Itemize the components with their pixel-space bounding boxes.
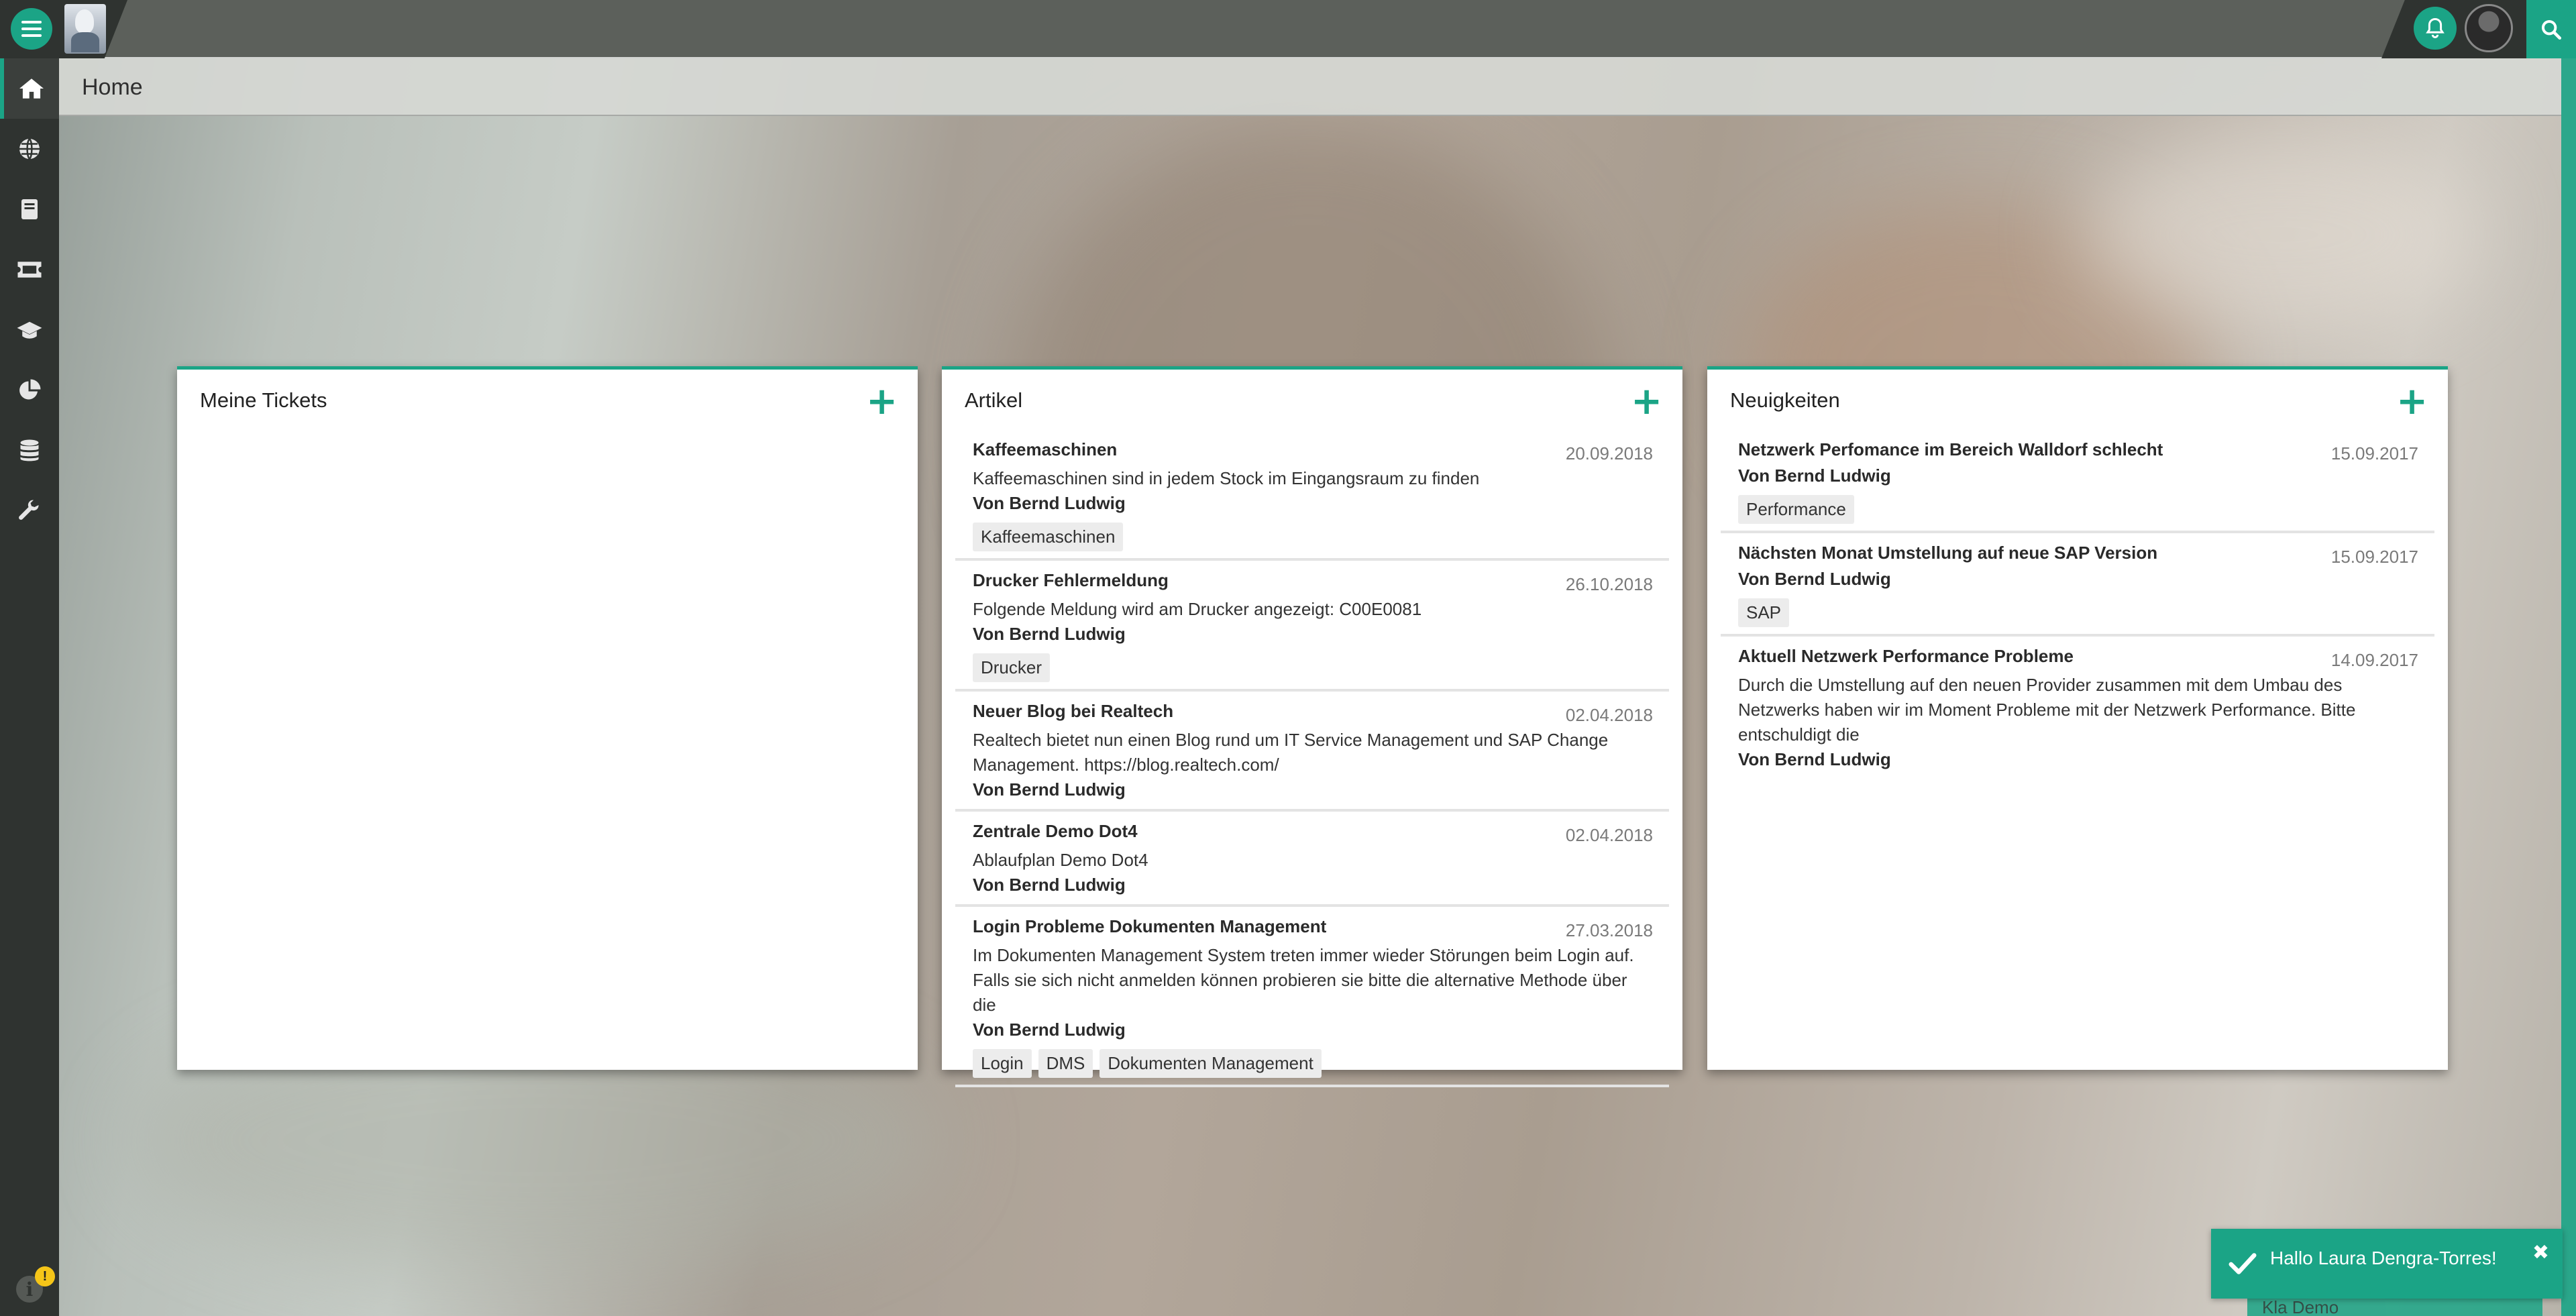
add-news-button[interactable]: +	[2396, 383, 2428, 421]
background-notification: Kla Demo	[2247, 1299, 2542, 1316]
item-date: 27.03.2018	[1565, 920, 1653, 940]
news-card: Neuigkeiten + Netzwerk Perfomance im Ber…	[1707, 366, 2448, 1070]
list-item[interactable]: Neuer Blog bei Realtech 02.04.2018 Realt…	[955, 698, 1669, 812]
item-author: Von Bernd Ludwig	[973, 493, 1126, 513]
item-title[interactable]: Netzwerk Perfomance im Bereich Walldorf …	[1738, 439, 2163, 460]
notifications-button[interactable]	[2414, 7, 2457, 50]
logo-body	[71, 32, 99, 52]
welcome-toast: Hallo Laura Dengra-Torres! ✖	[2211, 1229, 2563, 1299]
hamburger-icon-line	[21, 34, 42, 37]
breadcrumb-bar: Home	[59, 58, 2561, 116]
item-author: Von Bernd Ludwig	[973, 875, 1126, 895]
home-icon	[19, 78, 44, 99]
user-avatar[interactable]	[2465, 4, 2513, 52]
item-text: Im Dokumenten Management System treten i…	[973, 945, 1634, 1015]
book-icon	[21, 199, 38, 219]
list-item[interactable]: Aktuell Netzwerk Performance Probleme 14…	[1721, 643, 2434, 779]
item-title[interactable]: Nächsten Monat Umstellung auf neue SAP V…	[1738, 543, 2157, 563]
graduation-cap-icon	[17, 321, 42, 339]
item-date: 15.09.2017	[2330, 547, 2418, 567]
tag[interactable]: Kaffeemaschinen	[973, 523, 1124, 551]
item-date: 20.09.2018	[1565, 443, 1653, 463]
sidebar-item-admin[interactable]	[0, 481, 59, 541]
list-item[interactable]: Netzwerk Perfomance im Bereich Walldorf …	[1721, 437, 2434, 533]
list-item[interactable]: Zentrale Demo Dot4 02.04.2018 Ablaufplan…	[955, 818, 1669, 907]
list-item[interactable]: Nächsten Monat Umstellung auf neue SAP V…	[1721, 540, 2434, 637]
globe-icon	[19, 138, 40, 160]
ticket-icon	[17, 262, 42, 278]
hamburger-icon	[21, 21, 42, 23]
sidebar: i !	[0, 58, 59, 1316]
list-item[interactable]: Kaffeemaschinen 20.09.2018 Kaffeemaschin…	[955, 437, 1669, 561]
tag[interactable]: Dokumenten Management	[1099, 1049, 1322, 1078]
item-date: 15.09.2017	[2330, 443, 2418, 463]
item-title[interactable]: Zentrale Demo Dot4	[973, 821, 1138, 842]
item-text: Ablaufplan Demo Dot4	[973, 850, 1148, 870]
item-date: 02.04.2018	[1565, 705, 1653, 725]
logo-head	[75, 9, 94, 34]
articles-list: Kaffeemaschinen 20.09.2018 Kaffeemaschin…	[955, 437, 1669, 1094]
toast-message: Hallo Laura Dengra-Torres!	[2270, 1248, 2497, 1268]
warning-badge: !	[35, 1266, 55, 1286]
item-date: 02.04.2018	[1565, 825, 1653, 845]
item-title[interactable]: Neuer Blog bei Realtech	[973, 701, 1173, 722]
item-author: Von Bernd Ludwig	[1738, 465, 1891, 486]
page-title: Home	[82, 74, 143, 100]
card-title: Meine Tickets	[200, 388, 327, 412]
item-date: 14.09.2017	[2330, 650, 2418, 670]
hamburger-icon-line	[21, 28, 42, 30]
item-author: Von Bernd Ludwig	[1738, 569, 1891, 589]
list-item[interactable]: Login Probleme Dokumenten Management 27.…	[955, 914, 1669, 1087]
bell-icon	[2426, 17, 2445, 38]
tag[interactable]: Login	[973, 1049, 1032, 1078]
sidebar-item-knowledge[interactable]	[0, 179, 59, 239]
list-item[interactable]: Drucker Fehlermeldung 26.10.2018 Folgend…	[955, 567, 1669, 692]
right-edge-panel[interactable]	[2561, 58, 2576, 1316]
tickets-card: Meine Tickets +	[177, 366, 918, 1070]
item-title[interactable]: Drucker Fehlermeldung	[973, 570, 1169, 591]
item-title[interactable]: Kaffeemaschinen	[973, 439, 1117, 460]
item-date: 26.10.2018	[1565, 574, 1653, 594]
tag[interactable]: Drucker	[973, 653, 1051, 682]
item-author: Von Bernd Ludwig	[973, 779, 1126, 800]
sidebar-item-tickets[interactable]	[0, 239, 59, 300]
news-list: Netzwerk Perfomance im Bereich Walldorf …	[1721, 437, 2434, 785]
articles-card: Artikel + Kaffeemaschinen 20.09.2018 Kaf…	[942, 366, 1682, 1087]
sidebar-item-training[interactable]	[0, 300, 59, 360]
item-text: Folgende Meldung wird am Drucker angezei…	[973, 599, 1422, 619]
item-author: Von Bernd Ludwig	[973, 1020, 1126, 1040]
search-button[interactable]	[2526, 0, 2576, 58]
close-icon[interactable]: ✖	[2532, 1241, 2549, 1264]
item-text: Durch die Umstellung auf den neuen Provi…	[1738, 675, 2356, 745]
background-blur-3	[2080, 134, 2482, 335]
info-button[interactable]: i !	[0, 1262, 59, 1316]
item-text: Realtech bietet nun einen Blog rund um I…	[973, 730, 1609, 775]
add-article-button[interactable]: +	[1631, 383, 1662, 421]
top-bar	[0, 0, 2576, 58]
item-text: Kaffeemaschinen sind in jedem Stock im E…	[973, 468, 1480, 488]
card-title: Neuigkeiten	[1730, 388, 1840, 412]
add-ticket-button[interactable]: +	[866, 383, 898, 421]
item-author: Von Bernd Ludwig	[973, 624, 1126, 644]
tag[interactable]: DMS	[1038, 1049, 1093, 1078]
company-logo[interactable]	[64, 4, 106, 54]
item-title[interactable]: Aktuell Netzwerk Performance Probleme	[1738, 646, 2074, 667]
sidebar-item-reports[interactable]	[0, 360, 59, 421]
wrench-icon	[19, 500, 39, 520]
tag[interactable]: SAP	[1738, 598, 1790, 627]
item-title[interactable]: Login Probleme Dokumenten Management	[973, 916, 1326, 937]
item-author: Von Bernd Ludwig	[1738, 749, 1891, 769]
card-title: Artikel	[965, 388, 1023, 412]
tag[interactable]: Performance	[1738, 495, 1854, 524]
menu-button[interactable]	[11, 8, 52, 50]
sidebar-item-globe[interactable]	[0, 119, 59, 179]
sidebar-item-home[interactable]	[0, 58, 59, 119]
pie-chart-icon	[19, 379, 41, 400]
sidebar-item-database[interactable]	[0, 421, 59, 481]
search-icon	[2541, 19, 2562, 40]
check-icon	[2229, 1253, 2257, 1274]
database-icon	[20, 439, 39, 461]
